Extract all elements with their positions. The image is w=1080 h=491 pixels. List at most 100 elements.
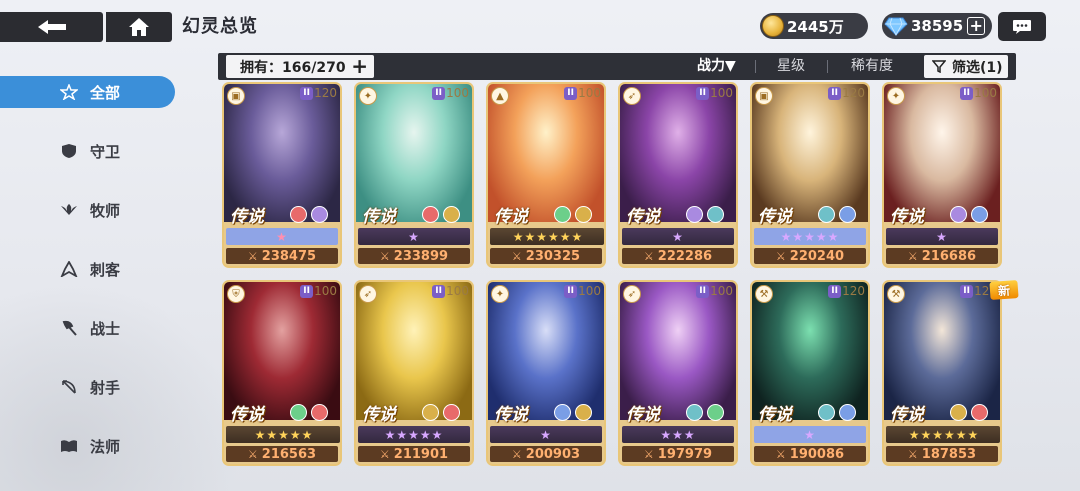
chat-bubble-icon	[1013, 19, 1031, 34]
sidebar-item-label: 射手	[90, 378, 121, 397]
spark-icon	[554, 404, 571, 421]
back-button[interactable]	[0, 12, 103, 42]
wings-element-icon	[950, 404, 967, 421]
rarity-legend: 传说	[890, 405, 924, 425]
crossed-swords-icon: ⚔	[907, 249, 918, 263]
gem-counter[interactable]: 38595 +	[882, 13, 992, 39]
level-value: 120	[842, 86, 865, 100]
character-card[interactable]: ▣ II 120 传说 ★ ⚔ 238475	[222, 82, 342, 268]
stars: ★★★★★	[254, 427, 314, 442]
shield-icon	[62, 144, 76, 158]
rank-mark-icon: II	[300, 284, 314, 298]
sort-star[interactable]: 星级	[777, 53, 805, 80]
crossed-swords-icon: ⚔	[511, 249, 522, 263]
leaf-icon	[290, 404, 307, 421]
character-card[interactable]: ➶ II 100 传说 ★ ⚔ 222286	[618, 82, 738, 268]
star-rating: ★	[226, 228, 338, 245]
crossed-swords-icon: ⚔	[511, 447, 522, 461]
sidebar-item-priest[interactable]: 牧师	[0, 194, 175, 226]
filter-button[interactable]: 筛选(1)	[924, 55, 1008, 78]
swirl-icon	[422, 206, 439, 223]
star-rating: ★	[622, 228, 734, 245]
gold-amount: 2445万	[787, 17, 844, 36]
power-number: 233899	[393, 248, 449, 264]
book-icon	[61, 440, 77, 452]
new-badge: 新	[989, 280, 1019, 300]
divider	[827, 60, 828, 73]
gold-counter[interactable]: 2445万	[760, 13, 868, 39]
sort-power[interactable]: 战力▼	[697, 53, 736, 80]
rank-mark-icon: II	[300, 86, 314, 100]
gem-amount: 38595	[911, 17, 964, 35]
character-card[interactable]: ➶ II 100 传说 ★★★ ⚔ 197979	[618, 280, 738, 466]
bow-icon: ➶	[623, 285, 641, 303]
level-badge: II 120	[828, 284, 865, 298]
power-value: ⚔ 216563	[226, 446, 338, 462]
power-number: 220240	[789, 248, 845, 264]
crossed-swords-icon: ⚔	[643, 249, 654, 263]
spark-icon	[971, 206, 988, 223]
character-card[interactable]: ⚒ II 120 传说 ★ ⚔ 190086	[750, 280, 870, 466]
sidebar-item-guard[interactable]: 守卫	[0, 135, 175, 167]
power-value: ⚔ 238475	[226, 248, 338, 264]
chat-button[interactable]	[998, 12, 1046, 41]
wings-icon: ✦	[359, 87, 377, 105]
character-card[interactable]: ⚒ II 120 传说 ★★★★★★ ⚔ 187853	[882, 280, 1002, 466]
add-gems-button[interactable]: +	[967, 17, 986, 35]
sidebar-item-all[interactable]: 全部	[0, 76, 175, 108]
swirl-icon	[971, 404, 988, 421]
character-card[interactable]: ✦ II 100 传说 ★ ⚔ 200903	[486, 280, 606, 466]
rank-mark-icon: II	[696, 284, 710, 298]
filter-label: 筛选(1)	[952, 59, 1003, 76]
rarity-legend: 传说	[230, 405, 264, 425]
level-value: 100	[314, 284, 337, 298]
filter-funnel-icon	[932, 60, 946, 73]
sort-rarity[interactable]: 稀有度	[851, 53, 893, 80]
back-arrow-icon	[37, 20, 66, 34]
rank-mark-icon: II	[432, 284, 446, 298]
stars: ★★★★★★	[512, 229, 584, 244]
rank-mark-icon: II	[696, 86, 710, 100]
crossed-swords-icon: ⚔	[907, 447, 918, 461]
character-card[interactable]: ✦ II 100 传说 ★ ⚔ 216686	[882, 82, 1002, 268]
level-badge: II 100	[432, 86, 469, 100]
sidebar-item-label: 守卫	[90, 142, 121, 161]
stars: ★	[672, 229, 684, 244]
expand-capacity-button[interactable]: +	[351, 56, 368, 76]
level-value: 100	[710, 284, 733, 298]
sidebar-item-assassin[interactable]: 刺客	[0, 253, 175, 285]
stars: ★★★	[660, 427, 696, 442]
crossed-swords-icon: ⚔	[775, 249, 786, 263]
level-badge: II 100	[960, 86, 997, 100]
rarity-legend: 传说	[626, 207, 660, 227]
character-card[interactable]: ▣ II 120 传说 ★★★★★ ⚔ 220240	[750, 82, 870, 268]
divider	[755, 60, 756, 73]
power-number: 211901	[393, 446, 449, 462]
star-rating: ★★★★★	[754, 228, 866, 245]
star-rating: ★★★★★★	[490, 228, 604, 245]
blade-icon: ▲	[491, 87, 509, 105]
stars: ★★★★★	[780, 229, 840, 244]
character-card[interactable]: ▲ II 100 传说 ★★★★★★ ⚔ 230325	[486, 82, 606, 268]
home-button[interactable]	[106, 12, 172, 42]
character-card[interactable]: ➶ II 100 传说 ★★★★★ ⚔ 211901	[354, 280, 474, 466]
wings-element-icon	[575, 206, 592, 223]
owned-count[interactable]: 拥有：166/270 +	[226, 55, 374, 78]
crossed-swords-icon: ⚔	[379, 447, 390, 461]
character-card[interactable]: ✦ II 100 传说 ★ ⚔ 233899	[354, 82, 474, 268]
owned-count-label: 拥有：166/270	[240, 59, 346, 76]
sidebar-item-archer[interactable]: 射手	[0, 371, 175, 403]
stars: ★	[408, 229, 420, 244]
power-value: ⚔ 200903	[490, 446, 602, 462]
character-card[interactable]: ⛨ II 100 传说 ★★★★★ ⚔ 216563	[222, 280, 342, 466]
swirl-icon	[311, 404, 328, 421]
sidebar-item-warrior[interactable]: 战士	[0, 312, 175, 344]
stars: ★	[276, 229, 288, 244]
sidebar-item-mage[interactable]: 法师	[0, 430, 175, 462]
level-badge: II 100	[564, 284, 601, 298]
level-badge: II 120	[300, 86, 337, 100]
book-icon: ▣	[755, 87, 773, 105]
sidebar-item-label: 法师	[90, 437, 121, 456]
shield-icon: ⛨	[227, 285, 245, 303]
swirl-icon	[443, 404, 460, 421]
